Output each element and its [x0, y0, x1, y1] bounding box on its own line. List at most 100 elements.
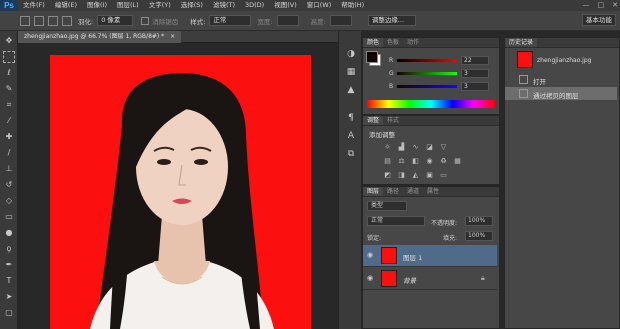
- menu-window[interactable]: 窗口(W): [302, 0, 337, 11]
- character-panel-icon[interactable]: A: [344, 129, 358, 143]
- lasso-tool-icon[interactable]: ℓ: [3, 67, 15, 79]
- tab-adjustments[interactable]: 调整: [363, 116, 384, 125]
- crop-tool-icon[interactable]: ⌗: [3, 99, 15, 111]
- tab-close-icon[interactable]: ×: [170, 33, 175, 40]
- curves-icon[interactable]: ∿: [411, 143, 420, 152]
- foreground-color-swatch[interactable]: [366, 51, 378, 63]
- quick-select-icon[interactable]: ✎: [3, 83, 15, 95]
- layer-row-background[interactable]: ◉ 背景 🔒︎: [363, 268, 497, 290]
- blue-track[interactable]: [397, 85, 457, 88]
- tab-paths[interactable]: 路径: [383, 187, 403, 196]
- menu-layer[interactable]: 图层(L): [112, 0, 144, 11]
- feather-input[interactable]: 0 像素: [97, 15, 134, 26]
- add-selection-icon[interactable]: [48, 15, 58, 26]
- snapshot-thumbnail[interactable]: [517, 51, 533, 68]
- width-input[interactable]: [276, 15, 299, 26]
- selective-color-icon[interactable]: ▣: [425, 171, 434, 180]
- paragraph-panel-icon[interactable]: ¶: [344, 111, 358, 125]
- tab-actions[interactable]: 动作: [403, 38, 423, 47]
- brightness-contrast-icon[interactable]: ☼: [383, 143, 392, 152]
- antialias-checkbox[interactable]: [141, 16, 150, 25]
- gradient-tool-icon[interactable]: ▭: [3, 211, 15, 223]
- tab-properties[interactable]: 属性: [423, 187, 443, 196]
- style-select[interactable]: 正常: [209, 15, 252, 26]
- history-item-open[interactable]: 打开: [505, 73, 617, 86]
- blue-slider[interactable]: B 3: [389, 82, 509, 91]
- tab-channels[interactable]: 通道: [403, 187, 423, 196]
- document-tab[interactable]: zhengjianzhao.jpg @ 66.7% (图层 1, RGB/8#)…: [18, 31, 182, 43]
- move-tool-icon[interactable]: ✥: [3, 35, 15, 47]
- tab-swatches[interactable]: 色板: [383, 38, 403, 47]
- menu-3d[interactable]: 3D(D): [240, 0, 269, 11]
- healing-brush-icon[interactable]: ✚: [3, 131, 15, 143]
- hue-saturation-icon[interactable]: ▤: [383, 157, 392, 166]
- color-spectrum-bar[interactable]: [367, 100, 495, 108]
- swatches-panel-icon[interactable]: ▦: [344, 65, 358, 79]
- photo-filter-icon[interactable]: ◉: [425, 157, 434, 166]
- menu-image[interactable]: 图像(I): [82, 0, 112, 11]
- dodge-tool-icon[interactable]: ϙ: [3, 243, 15, 255]
- marquee-tool-icon[interactable]: [3, 51, 15, 63]
- history-brush-icon[interactable]: ↺: [3, 179, 15, 191]
- shape-tool-icon[interactable]: ▢: [3, 307, 15, 319]
- visibility-eye-icon[interactable]: ◉: [367, 251, 373, 259]
- menu-file[interactable]: 文件(F): [18, 0, 50, 11]
- id-photo-canvas[interactable]: [50, 55, 311, 329]
- minimize-icon[interactable]: —: [583, 0, 590, 11]
- layer-row-layer1[interactable]: ◉ 图层 1: [363, 245, 497, 267]
- eyedropper-icon[interactable]: ⁄: [3, 115, 15, 127]
- pen-tool-icon[interactable]: ✒: [3, 259, 15, 271]
- menu-filter[interactable]: 滤镜(T): [208, 0, 240, 11]
- fill-input[interactable]: 100%: [465, 231, 493, 241]
- tab-color[interactable]: 颜色: [363, 38, 384, 47]
- green-slider[interactable]: G 3: [389, 69, 509, 78]
- new-selection-icon[interactable]: [34, 15, 44, 26]
- eraser-icon[interactable]: ◇: [3, 195, 15, 207]
- menu-type[interactable]: 文字(Y): [144, 0, 176, 11]
- invert-icon[interactable]: ◩: [383, 171, 392, 180]
- height-input[interactable]: [329, 15, 352, 26]
- channel-mixer-icon[interactable]: ♻: [439, 157, 448, 166]
- posterize-icon[interactable]: ◨: [397, 171, 406, 180]
- path-select-icon[interactable]: ➤: [3, 291, 15, 303]
- refine-edge-button[interactable]: 调整边缘...: [367, 15, 416, 26]
- levels-icon[interactable]: ▟: [397, 143, 406, 152]
- color-panel-icon[interactable]: ◑: [344, 47, 358, 61]
- menu-select[interactable]: 选择(S): [176, 0, 208, 11]
- gradient-map-icon[interactable]: ▭: [439, 171, 448, 180]
- opacity-input[interactable]: 100%: [465, 216, 493, 226]
- tab-layers[interactable]: 图层: [363, 187, 384, 196]
- menu-help[interactable]: 帮助(H): [336, 0, 369, 11]
- black-white-icon[interactable]: ◧: [411, 157, 420, 166]
- tab-styles[interactable]: 样式: [383, 116, 403, 125]
- clone-source-icon[interactable]: ⧉: [344, 147, 358, 161]
- threshold-icon[interactable]: ◭: [411, 171, 420, 180]
- blue-input[interactable]: 3: [461, 82, 489, 91]
- clone-stamp-icon[interactable]: ⊥: [3, 163, 15, 175]
- blend-mode-select[interactable]: 正常: [367, 216, 425, 226]
- color-lookup-icon[interactable]: ▦: [453, 157, 462, 166]
- history-item-copy-layer[interactable]: 通过拷贝的图层: [505, 87, 617, 100]
- exposure-icon[interactable]: ◪: [425, 143, 434, 152]
- visibility-eye-icon[interactable]: ◉: [367, 274, 373, 282]
- maximize-icon[interactable]: □: [598, 0, 605, 11]
- layer-kind-filter[interactable]: 类型: [367, 201, 407, 211]
- menu-view[interactable]: 视图(V): [269, 0, 302, 11]
- subtract-selection-icon[interactable]: [62, 15, 72, 26]
- brush-tool-icon[interactable]: /: [3, 147, 15, 159]
- blur-tool-icon[interactable]: ●: [3, 227, 15, 239]
- type-tool-icon[interactable]: T: [3, 275, 15, 287]
- marquee-tool-preset-icon[interactable]: [20, 15, 30, 26]
- green-track[interactable]: [397, 72, 457, 75]
- menu-edit[interactable]: 编辑(E): [50, 0, 82, 11]
- workspace-switcher[interactable]: 基本功能: [582, 14, 616, 26]
- red-input[interactable]: 22: [461, 56, 489, 65]
- vibrance-icon[interactable]: ▽: [439, 143, 448, 152]
- green-input[interactable]: 3: [461, 69, 489, 78]
- red-slider[interactable]: R 22: [389, 56, 509, 65]
- red-track[interactable]: [397, 59, 457, 62]
- close-icon[interactable]: ✕: [612, 0, 618, 11]
- tab-history[interactable]: 历史记录: [505, 38, 538, 47]
- color-balance-icon[interactable]: ⚖: [397, 157, 406, 166]
- brush-panel-icon[interactable]: ▲: [344, 83, 358, 97]
